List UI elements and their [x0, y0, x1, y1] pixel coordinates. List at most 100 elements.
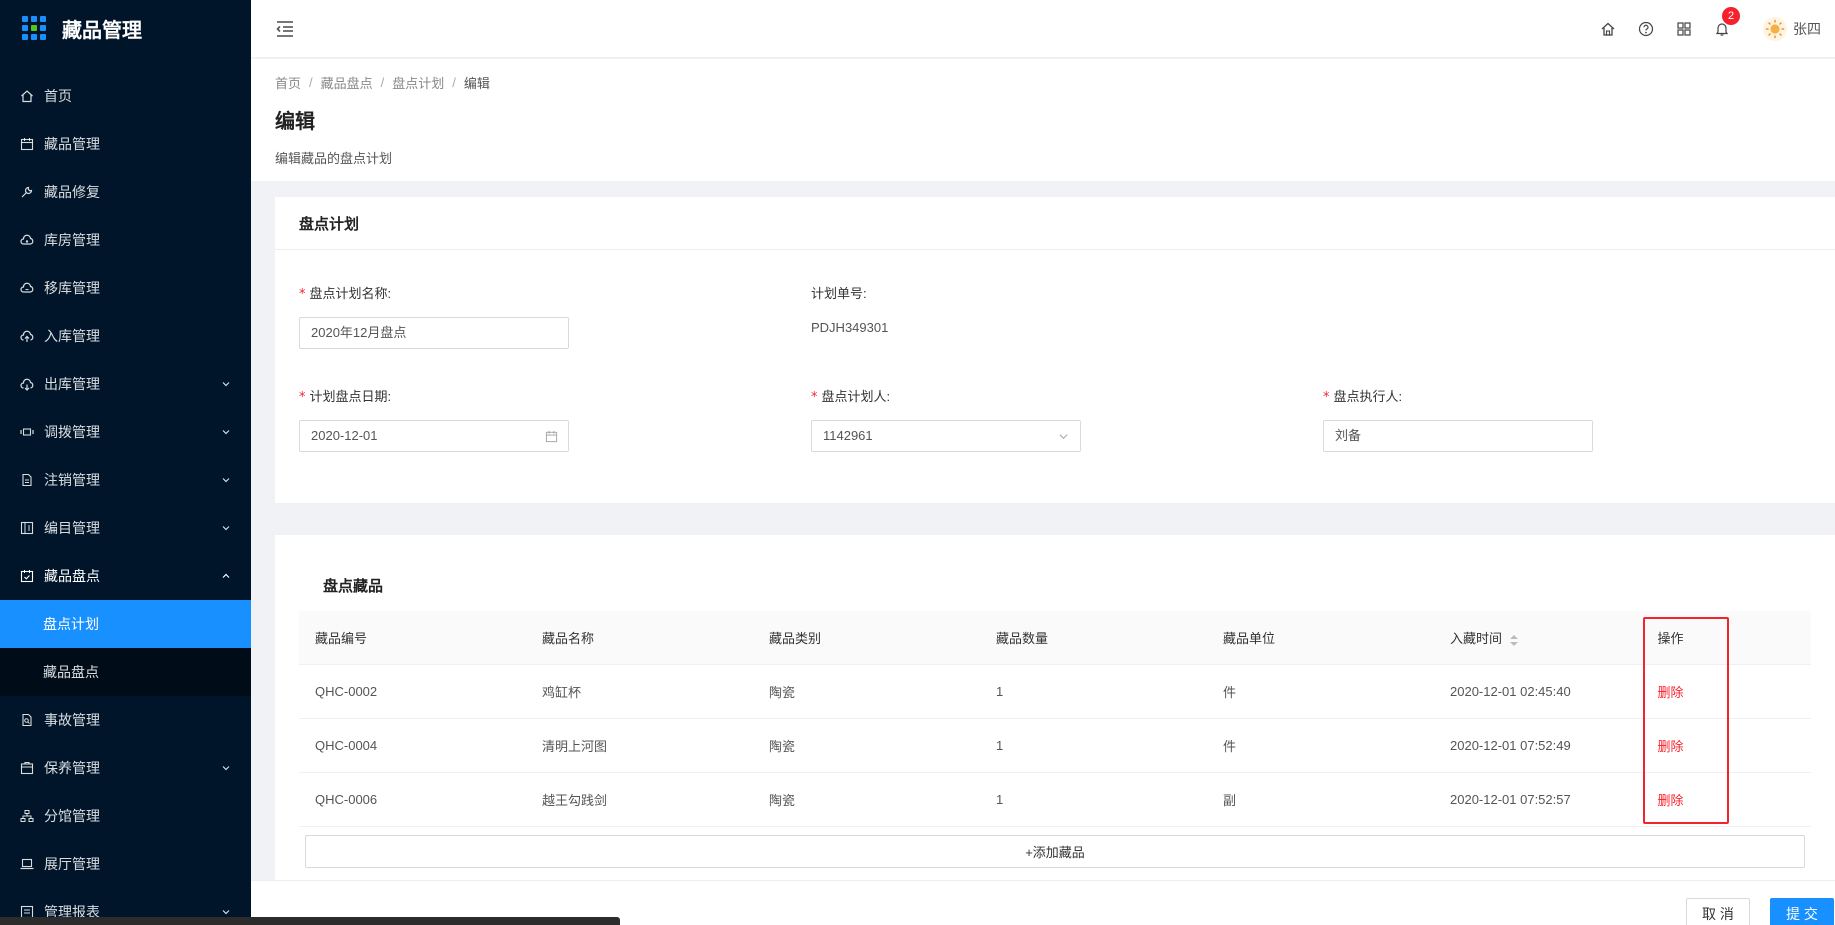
sidebar-item-5[interactable]: 入库管理	[0, 312, 251, 360]
wrench-icon	[20, 185, 34, 199]
plan-card-title: 盘点计划	[275, 197, 1835, 250]
chevron-down-icon	[221, 475, 231, 485]
sidebar-item-4[interactable]: 移库管理	[0, 264, 251, 312]
column-header: 藏品数量	[996, 631, 1049, 646]
action-cell: 删除	[1628, 790, 1811, 809]
column-header-sortable[interactable]: 入藏时间	[1434, 628, 1628, 647]
breadcrumb-inventory[interactable]: 藏品盘点	[321, 73, 373, 92]
calendar-icon	[20, 137, 34, 151]
sidebar-item-3[interactable]: 库房管理	[0, 216, 251, 264]
page-header: 首页 / 藏品盘点 / 盘点计划 / 编辑 编辑 编辑藏品的盘点计划	[251, 59, 1835, 181]
sidebar-item-0[interactable]: 首页	[0, 72, 251, 120]
file-search-icon	[20, 713, 34, 727]
plan-no-field: 计划单号: PDJH349301	[811, 284, 888, 335]
breadcrumb-home[interactable]: 首页	[275, 73, 301, 92]
sidebar-item-13[interactable]: 分馆管理	[0, 792, 251, 840]
sidebar-item-2[interactable]: 藏品修复	[0, 168, 251, 216]
chevron-down-icon	[221, 379, 231, 389]
sidebar-item-label: 分馆管理	[44, 808, 100, 824]
avatar[interactable]	[1763, 17, 1787, 41]
bell-icon[interactable]: 2	[1714, 7, 1740, 37]
table-cell: 清明上河图	[542, 739, 608, 754]
delete-link[interactable]: 删除	[1628, 790, 1713, 809]
action-cell: 删除	[1628, 736, 1811, 755]
items-card: 盘点藏品 藏品编号 藏品名称 藏品类别 藏品数量 藏品单位 入藏时间 操作 QH…	[275, 535, 1835, 925]
sidebar-item-8[interactable]: 注销管理	[0, 456, 251, 504]
column-header: 藏品单位	[1223, 631, 1276, 646]
plan-name-input[interactable]: 2020年12月盘点	[299, 317, 569, 349]
add-item-button[interactable]: +添加藏品	[305, 835, 1805, 868]
sidebar-item-label: 入库管理	[44, 328, 100, 344]
sidebar-item-6[interactable]: 出库管理	[0, 360, 251, 408]
table-cell: 陶瓷	[769, 685, 796, 700]
cloud-sync-icon	[20, 281, 34, 295]
required-mark: *	[299, 287, 306, 302]
sidebar-menu: 首页 藏品管理 藏品修复库房管理移库管理入库管理出库管理调拨管理注销管理编目管理藏品…	[0, 72, 251, 925]
delete-link[interactable]: 删除	[1628, 682, 1713, 701]
catalog-icon	[20, 521, 34, 535]
laptop-icon	[20, 857, 34, 871]
sidebar-item-label: 保养管理	[44, 760, 100, 776]
sidebar-item-label: 藏品盘点	[44, 568, 100, 584]
plan-name-label: 盘点计划名称:	[309, 286, 392, 301]
cloud-icon	[20, 233, 34, 247]
sidebar-item-label: 注销管理	[44, 472, 100, 488]
sidebar-item-9[interactable]: 编目管理	[0, 504, 251, 552]
chevron-down-icon	[221, 523, 231, 533]
sidebar-subitem-1[interactable]: 藏品盘点	[0, 648, 251, 696]
help-icon[interactable]	[1638, 21, 1654, 37]
items-card-title: 盘点藏品	[323, 578, 384, 595]
plan-date-picker[interactable]: 2020-12-01	[299, 420, 569, 452]
home-icon[interactable]	[1600, 21, 1616, 37]
executor-input[interactable]: 刘备	[1323, 420, 1593, 452]
sidebar: 藏品管理 首页 藏品管理 藏品修复 库房管理 移库管理 入库管理 出库管理 调拨管理 注销管理编…	[0, 0, 251, 925]
delete-link[interactable]: 删除	[1628, 736, 1713, 755]
table-header-row: 藏品编号 藏品名称 藏品类别 藏品数量 藏品单位 入藏时间 操作	[299, 611, 1811, 665]
column-header: 藏品名称	[542, 631, 595, 646]
table-cell: 1	[996, 684, 1004, 699]
sort-icon[interactable]	[1510, 634, 1519, 647]
breadcrumb-current: 编辑	[463, 76, 490, 91]
chevron-down-icon	[221, 763, 231, 773]
box-icon	[20, 761, 34, 775]
sidebar-subitem-label: 藏品盘点	[43, 664, 99, 680]
sidebar-item-12[interactable]: 保养管理	[0, 744, 251, 792]
plan-date-label: 计划盘点日期:	[309, 389, 392, 404]
sidebar-item-label: 移库管理	[44, 280, 100, 296]
submit-button[interactable]: 提 交	[1770, 898, 1834, 925]
executor-field: * 盘点执行人: 刘备	[1323, 387, 1593, 452]
sidebar-item-label: 事故管理	[44, 712, 100, 728]
cancel-button[interactable]: 取 消	[1686, 898, 1750, 925]
menu-fold-icon[interactable]	[275, 19, 295, 39]
sidebar-item-11[interactable]: 事故管理	[0, 696, 251, 744]
breadcrumb-plan[interactable]: 盘点计划	[392, 73, 444, 92]
sidebar-item-1[interactable]: 藏品管理	[0, 120, 251, 168]
table-cell: 2020-12-01 07:52:49	[1450, 738, 1571, 753]
username[interactable]: 张四	[1793, 19, 1821, 39]
sidebar-item-label: 出库管理	[44, 376, 100, 392]
sidebar-item-label: 编目管理	[44, 520, 100, 536]
table-cell: 2020-12-01 07:52:57	[1450, 792, 1571, 807]
sidebar-item-7[interactable]: 调拨管理	[0, 408, 251, 456]
sidebar-item-14[interactable]: 展厅管理	[0, 840, 251, 888]
column-header: 操作	[1657, 631, 1684, 646]
planner-select[interactable]: 1142961	[811, 420, 1081, 452]
sidebar-subitem-0[interactable]: 盘点计划	[0, 600, 251, 648]
apps-grid-icon[interactable]	[1676, 21, 1692, 37]
chevron-down-icon	[1056, 429, 1070, 443]
table-cell: QHC-0004	[315, 738, 378, 753]
plan-no-label: 计划单号:	[811, 286, 867, 301]
cluster-icon	[20, 809, 34, 823]
action-cell: 删除	[1628, 682, 1811, 701]
calendar-icon	[544, 429, 558, 443]
top-header: 2 张四	[251, 0, 1835, 58]
sidebar-item-label: 库房管理	[44, 232, 100, 248]
required-mark: *	[811, 390, 818, 405]
table-row: QHC-0002 鸡缸杯 陶瓷 1 件 2020-12-01 02:45:40 删除	[299, 665, 1811, 719]
sidebar-submenu: 盘点计划藏品盘点	[0, 600, 251, 696]
sidebar-item-10[interactable]: 藏品盘点	[0, 552, 251, 600]
cloud-upload-icon	[20, 329, 34, 343]
logo[interactable]: 藏品管理	[0, 0, 251, 56]
table-cell: 陶瓷	[769, 793, 796, 808]
app-title: 藏品管理	[62, 19, 142, 42]
